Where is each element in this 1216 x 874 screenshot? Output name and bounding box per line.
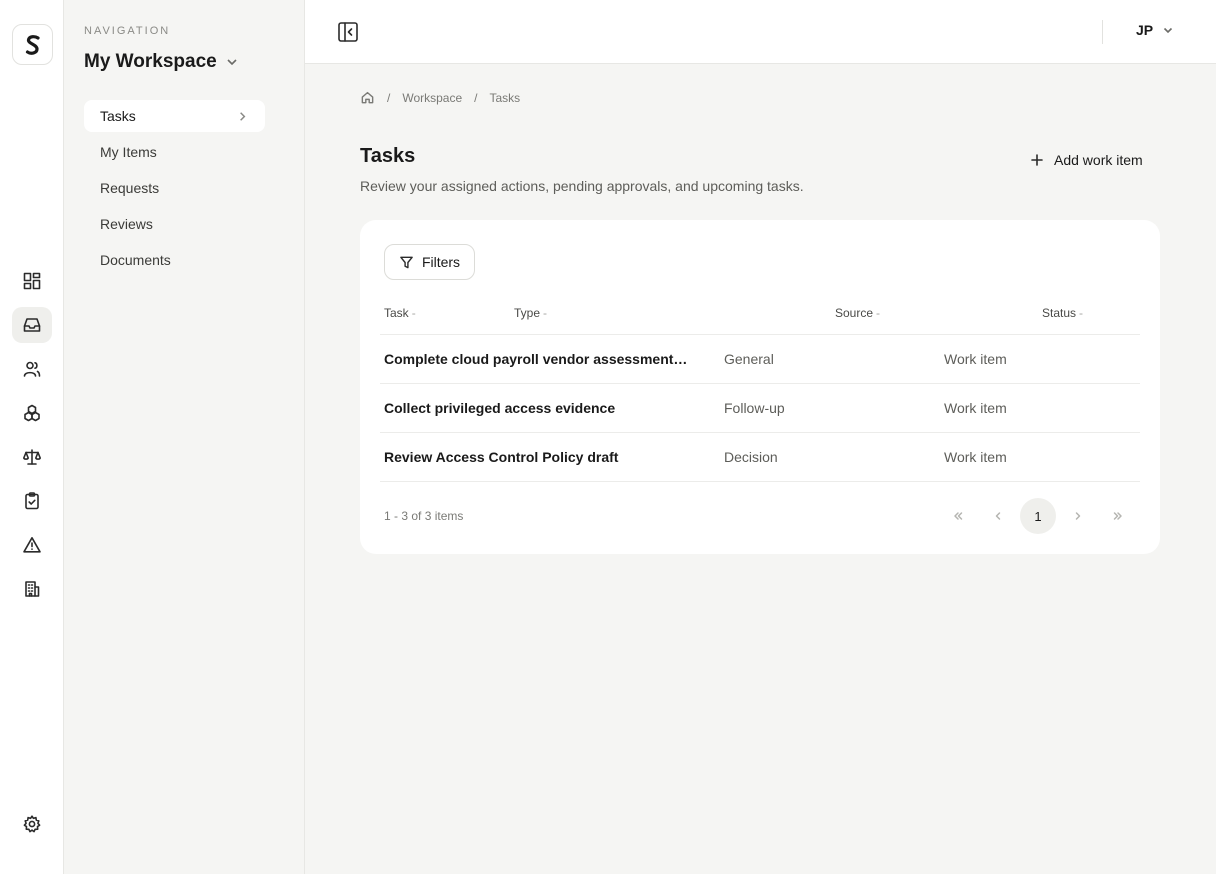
sidebar-item-tasks[interactable]: Tasks [84, 100, 265, 132]
item-count: 1 - 3 of 3 items [384, 509, 464, 523]
sidebar-item-label: Reviews [100, 216, 153, 232]
filters-button[interactable]: Filters [384, 244, 475, 280]
page-title: Tasks [360, 145, 416, 167]
rail-risks-button[interactable] [12, 527, 52, 563]
sidebar-item-label: Requests [100, 180, 160, 196]
brand-logo[interactable] [12, 24, 53, 65]
task-type: General [724, 351, 774, 367]
warning-triangle-icon [23, 537, 41, 553]
rail-settings-button[interactable] [12, 806, 52, 842]
page-subtitle: Review your assigned actions, pending ap… [360, 178, 804, 194]
sort-indicator: - [543, 306, 548, 320]
inbox-icon [23, 318, 41, 332]
home-icon[interactable] [360, 90, 375, 105]
chevron-down-icon [1164, 27, 1173, 34]
add-work-item-button[interactable]: Add work item [1022, 146, 1151, 174]
task-title[interactable]: Review Access Control Policy draft [384, 449, 688, 465]
table-row[interactable]: Complete cloud payroll vendor assessment… [380, 335, 1140, 384]
sidebar-item-my-items[interactable]: My Items [84, 136, 265, 168]
rail-tasks-button[interactable] [12, 483, 52, 519]
column-header-label: Source [835, 306, 874, 320]
column-header-task[interactable]: Task - [384, 306, 416, 320]
table-row[interactable]: Review Access Control Policy draft Decis… [380, 433, 1140, 482]
task-type: Decision [724, 449, 778, 465]
chevrons-right-icon [1113, 512, 1122, 520]
column-header-status[interactable]: Status - [1042, 306, 1083, 320]
user-initials: JP [1136, 22, 1154, 38]
task-source: Work item [944, 351, 1007, 367]
workspace-name: My Workspace [84, 51, 217, 72]
filter-funnel-icon [400, 256, 413, 268]
top-bar: JP [305, 0, 1216, 64]
rail-compliance-button[interactable] [12, 439, 52, 475]
sidebar-item-documents[interactable]: Documents [84, 244, 265, 276]
cubes-icon [24, 404, 40, 422]
chevrons-left-icon [954, 512, 963, 520]
chevron-right-icon [240, 111, 246, 121]
first-page-button[interactable] [940, 498, 976, 534]
task-title[interactable]: Complete cloud payroll vendor assessment… [384, 351, 688, 367]
top-divider [1102, 20, 1103, 44]
plus-icon [1031, 154, 1043, 166]
task-type: Follow-up [724, 400, 785, 416]
breadcrumb-workspace[interactable]: Workspace [402, 91, 462, 105]
next-page-button[interactable] [1060, 498, 1096, 534]
sidebar-item-label: Documents [100, 252, 171, 268]
sidebar-item-reviews[interactable]: Reviews [84, 208, 265, 240]
rail-inbox-button[interactable] [12, 307, 52, 343]
gear-icon [23, 815, 41, 833]
page-number-button[interactable]: 1 [1020, 498, 1056, 534]
users-icon [23, 361, 41, 377]
table-row[interactable]: Collect privileged access evidence Follo… [380, 384, 1140, 433]
task-title[interactable]: Collect privileged access evidence [384, 400, 688, 416]
sort-indicator: - [876, 306, 881, 320]
sidebar-nav: Tasks My Items Requests Reviews Document… [84, 100, 265, 280]
previous-page-button[interactable] [980, 498, 1016, 534]
nav-caption: NAVIGATION [84, 25, 171, 37]
column-header-label: Task [384, 306, 409, 320]
sidebar-item-label: Tasks [100, 108, 136, 124]
workspace-switcher[interactable]: My Workspace [84, 51, 239, 73]
icon-rail [0, 0, 64, 874]
sort-indicator: - [411, 306, 416, 320]
tasks-card: Filters Task - Type - Source - Status - Comp… [360, 220, 1160, 554]
breadcrumb-separator: / [474, 90, 478, 105]
secondary-sidebar: NAVIGATION My Workspace Tasks My Items R… [64, 0, 305, 874]
rail-vendors-button[interactable] [12, 571, 52, 607]
sidebar-item-requests[interactable]: Requests [84, 172, 265, 204]
pagination: 1 [940, 498, 1136, 534]
task-source: Work item [944, 449, 1007, 465]
breadcrumb: / Workspace / Tasks [360, 90, 520, 105]
breadcrumb-current: Tasks [489, 90, 521, 105]
breadcrumb-separator: / [387, 90, 391, 105]
rail-dashboard-button[interactable] [12, 263, 52, 299]
rail-users-button[interactable] [12, 351, 52, 387]
user-menu[interactable]: JP [1136, 22, 1174, 38]
sidebar-collapse-icon [338, 22, 358, 42]
column-header-type[interactable]: Type - [514, 306, 547, 320]
dashboard-grid-icon [23, 272, 41, 290]
clipboard-check-icon [25, 492, 39, 510]
chevron-down-icon [227, 59, 237, 66]
add-work-item-label: Add work item [1054, 152, 1143, 168]
scales-icon [23, 449, 41, 465]
table-body: Complete cloud payroll vendor assessment… [380, 335, 1140, 482]
building-icon [25, 581, 40, 597]
chevron-right-icon [1075, 512, 1081, 520]
brand-s-logo-icon [25, 34, 40, 55]
sort-indicator: - [1079, 306, 1084, 320]
collapse-sidebar-button[interactable] [336, 20, 360, 44]
task-source: Work item [944, 400, 1007, 416]
rail-modules-button[interactable] [12, 395, 52, 431]
column-header-label: Status [1042, 306, 1077, 320]
sidebar-item-label: My Items [100, 144, 157, 160]
last-page-button[interactable] [1100, 498, 1136, 534]
chevron-left-icon [995, 512, 1001, 520]
table-header: Task - Type - Source - Status - [380, 300, 1140, 335]
column-header-label: Type [514, 306, 541, 320]
column-header-source[interactable]: Source - [835, 306, 880, 320]
filters-label: Filters [421, 254, 461, 270]
